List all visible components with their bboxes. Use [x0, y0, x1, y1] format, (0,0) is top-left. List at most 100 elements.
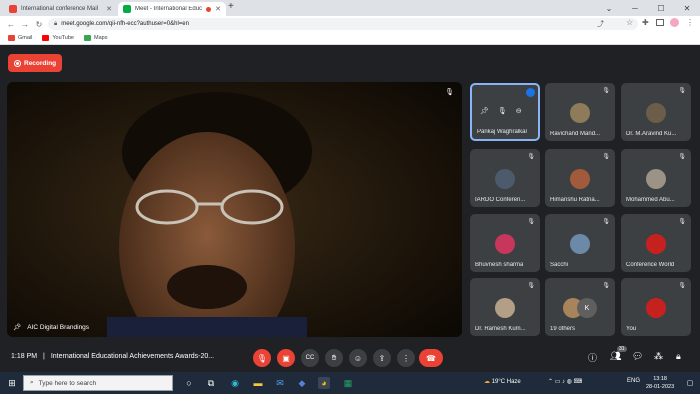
back-icon[interactable]: ← [4, 20, 18, 29]
avatar [646, 234, 666, 254]
participant-name: Sacchi [550, 262, 569, 268]
profile-avatar[interactable] [670, 18, 679, 27]
mic-off-icon: 🎙︎ [602, 154, 610, 160]
close-tab-icon[interactable]: ✕ [215, 5, 221, 13]
participant-tile[interactable]: 🎙︎ Ravichand Mand... [545, 83, 615, 141]
tab-search-icon[interactable]: ⌄ [596, 0, 622, 16]
bookmark-star-icon[interactable]: ☆ [626, 18, 633, 27]
raise-hand-button[interactable]: ✋︎ [325, 349, 343, 367]
leave-call-button[interactable]: ☎ [419, 349, 443, 367]
participant-tile[interactable]: 🎙︎ Himanshu Ratna... [545, 149, 615, 207]
participant-tile[interactable]: 🎙︎ You [621, 278, 691, 336]
file-explorer-icon[interactable]: ▬ [252, 377, 264, 389]
close-tab-icon[interactable]: ✕ [106, 5, 112, 13]
forward-icon[interactable]: → [18, 20, 32, 29]
bookmark-youtube[interactable]: YouTube [42, 35, 74, 41]
bookmark-maps[interactable]: Maps [84, 35, 107, 41]
bookmarks-bar: Gmail YouTube Maps [0, 32, 700, 45]
bookmark-label: Maps [94, 35, 108, 41]
participant-tile[interactable]: 🎙︎ Sacchi [545, 214, 615, 272]
record-icon [14, 59, 21, 67]
taskbar-search-input[interactable]: ⌕ Type here to search [23, 375, 173, 391]
weather-icon: ☁ [484, 379, 490, 385]
new-tab-button[interactable]: + [228, 1, 234, 12]
participant-tile[interactable]: 🎙︎📌︎ 🎙︎ ⊖ Pankaj Waghralkar [470, 83, 540, 141]
host-controls-icon[interactable]: 🔒︎ [676, 351, 681, 362]
reactions-button[interactable]: ☺ [349, 349, 367, 367]
edge-icon[interactable]: ◉ [229, 377, 241, 389]
mute-icon[interactable]: 🎙︎ [498, 107, 507, 115]
mic-off-icon: 🎙︎ [527, 219, 535, 225]
bookmark-gmail[interactable]: Gmail [8, 35, 32, 41]
avatar [646, 169, 666, 189]
tray-icons[interactable]: ⌃ ▭ ♪ ◍ ⌨ [548, 378, 582, 385]
language-indicator[interactable]: ENG [627, 378, 640, 384]
maximize-icon[interactable]: ☐ [648, 0, 674, 16]
participant-tile[interactable]: 🎙︎ Conference World [621, 214, 691, 272]
avatar [646, 103, 666, 123]
participant-tile[interactable]: 🎙︎ Dr. M.Aravind Ku... [621, 83, 691, 141]
captions-button[interactable]: CC [301, 349, 319, 367]
more-options-button[interactable]: ⋮ [397, 349, 415, 367]
tab-gmail[interactable]: International conference Mail ✕ [4, 2, 117, 16]
participant-name: Conference World [626, 262, 675, 268]
recording-dot-icon [206, 6, 212, 12]
close-window-icon[interactable]: ✕ [674, 0, 700, 16]
main-speaker-video[interactable]: 📌︎ AIC Digital Brandings 🎙︎ [7, 82, 462, 337]
recording-button[interactable]: Recording [8, 54, 63, 72]
app-icon[interactable]: ◆ [296, 377, 308, 389]
participant-name: You [626, 326, 637, 332]
participant-name: Pankaj Waghralkar [477, 129, 528, 135]
search-placeholder: Type here to search [38, 379, 97, 387]
maps-icon [84, 35, 91, 41]
browser-tab-strip: International conference Mail ✕ Meet - I… [0, 0, 700, 16]
camera-toggle-button[interactable]: ▣ [277, 349, 295, 367]
address-bar[interactable]: 🔒︎ meet.google.com/qii-nfh-ecc?authuser=… [48, 18, 638, 30]
task-view-icon[interactable]: ⧉ [205, 377, 217, 389]
weather-widget[interactable]: ☁ 19°C Haze [484, 378, 521, 385]
speaker-name: AIC Digital Brandings [27, 323, 90, 331]
people-icon[interactable]: 👥︎ [610, 351, 621, 362]
share-icon[interactable]: ⤴ [597, 19, 604, 29]
notifications-icon[interactable]: ▢ [684, 377, 696, 389]
mic-off-icon: 🎙︎ [678, 219, 686, 225]
participant-tile[interactable]: 🎙︎ Dr. Ramesh Kum... [470, 278, 540, 336]
minimize-icon[interactable]: ─ [622, 0, 648, 16]
participant-tile[interactable]: 🎙︎ IARDO Conferen... [470, 149, 540, 207]
excel-icon[interactable]: ▦ [342, 377, 354, 389]
activities-icon[interactable]: ⁂ [654, 351, 663, 362]
participant-tile[interactable]: 🎙︎ Mohammed Abu... [621, 149, 691, 207]
meeting-details-icon[interactable]: ⓘ [588, 351, 597, 364]
menu-icon[interactable]: ⋮ [686, 18, 694, 27]
bookmark-label: YouTube [52, 35, 74, 41]
tab-meet[interactable]: Meet - International Educatio ✕ [118, 2, 226, 16]
extension-icon[interactable]: ✚ [642, 18, 649, 27]
participant-name: Dr. M.Aravind Ku... [626, 131, 677, 137]
mic-off-icon: 🎙︎ [527, 154, 535, 160]
reload-icon[interactable]: ↻ [32, 20, 46, 29]
cortana-icon[interactable]: ○ [183, 377, 195, 389]
participant-tile[interactable]: 🎙︎ Bhuvnesh sharma [470, 214, 540, 272]
mic-toggle-button[interactable]: 🎙︎ [253, 349, 271, 367]
avatar [646, 298, 666, 318]
sidebar-icon[interactable] [656, 19, 664, 26]
avatar [495, 234, 515, 254]
tile-hover-controls: 📌︎ 🎙︎ ⊖ [480, 107, 522, 115]
chrome-icon[interactable]: ◕ [318, 377, 330, 389]
participant-tile[interactable]: K 🎙︎ 19 others [545, 278, 615, 336]
participant-name: Bhuvnesh sharma [475, 262, 524, 268]
gmail-icon [8, 35, 15, 41]
clock-time: 13:18 [653, 376, 667, 382]
clock[interactable]: 13:18 28-01-2023 [646, 375, 674, 391]
url-text: meet.google.com/qii-nfh-ecc?authuser=0&h… [61, 21, 189, 27]
mic-off-icon: 🎙︎ [602, 283, 610, 289]
clock-date: 28-01-2023 [646, 384, 675, 390]
windows-start-icon[interactable]: ⊞ [6, 377, 18, 389]
pin-icon[interactable]: 📌︎ [480, 107, 489, 115]
remove-icon[interactable]: ⊖ [516, 107, 522, 115]
chat-icon[interactable]: 💬︎ [632, 351, 643, 362]
mail-icon[interactable]: ✉ [274, 377, 286, 389]
bookmark-label: Gmail [18, 35, 33, 41]
avatar [570, 169, 590, 189]
present-button[interactable]: ⇪ [373, 349, 391, 367]
